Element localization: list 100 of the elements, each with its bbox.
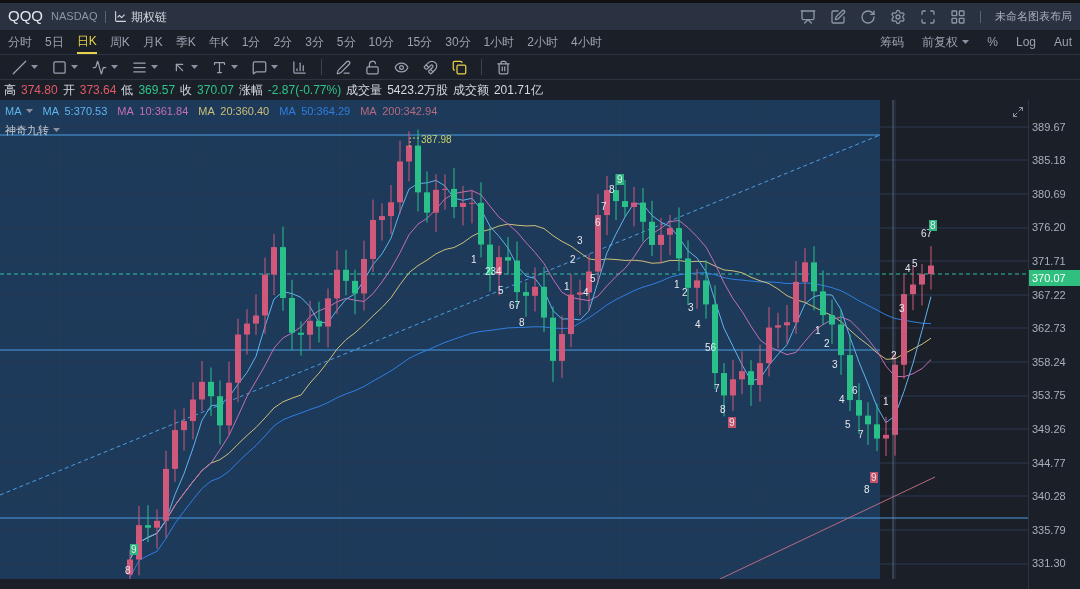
price-tick: 380.69 — [1032, 187, 1066, 200]
quote-label: 成交量 — [346, 81, 383, 99]
rectangle-tool-icon[interactable] — [52, 59, 67, 75]
high-price-label: 387.98 — [421, 132, 452, 147]
sequence-count: 5 — [497, 284, 505, 296]
squares-icon[interactable] — [452, 59, 467, 75]
line-tool-icon[interactable] — [12, 59, 27, 75]
exchange-label: NASDAQ — [51, 9, 98, 25]
chart-option[interactable]: 筹码 — [880, 33, 905, 52]
sequence-count: 8 — [608, 183, 616, 195]
period-tab[interactable]: 2分 — [273, 30, 293, 55]
caret-icon — [271, 65, 278, 70]
settings-icon[interactable] — [890, 8, 906, 25]
text-tool-icon[interactable] — [212, 59, 227, 75]
period-tab[interactable]: 5日 — [45, 30, 64, 55]
sequence-count: 4 — [904, 262, 912, 274]
chart-option[interactable]: 前复权 — [922, 33, 970, 52]
wave-tool-icon[interactable] — [92, 59, 107, 75]
period-tab[interactable]: 分时 — [8, 30, 32, 55]
presentation-icon[interactable] — [800, 8, 816, 25]
sequence-count: 2 — [823, 337, 831, 349]
sequence-count: 4 — [838, 393, 846, 405]
last-price-badge: 370.07 — [1029, 269, 1080, 286]
ma-legend-label[interactable]: MA — [5, 102, 33, 120]
period-tab[interactable]: 1小时 — [483, 30, 515, 55]
period-tab[interactable]: 4小时 — [570, 30, 602, 55]
pen-square-icon[interactable] — [830, 8, 846, 25]
period-tab[interactable]: 1分 — [241, 30, 261, 55]
quote-label: 成交额 — [452, 81, 489, 99]
caret-icon — [25, 108, 33, 113]
price-tick: 353.75 — [1032, 389, 1066, 402]
expand-icon[interactable] — [1012, 105, 1024, 118]
layout-dropdown[interactable]: 未命名图表布局 — [995, 8, 1072, 25]
sequence-count: 9 — [616, 173, 624, 185]
sequence-count: 8 — [124, 564, 132, 576]
chart-option[interactable]: Aut — [1054, 33, 1072, 52]
period-tab[interactable]: 10分 — [368, 30, 394, 55]
symbol-title: QQQ — [8, 6, 43, 27]
refresh-icon[interactable] — [860, 8, 876, 25]
sequence-count: 5 — [589, 272, 597, 284]
sequence-count: 6 — [594, 216, 602, 228]
sequence-count: 2 — [681, 286, 689, 298]
grid-icon[interactable] — [950, 8, 966, 25]
price-tick: 335.79 — [1032, 523, 1066, 536]
period-tab[interactable]: 年K — [208, 30, 229, 55]
bar-chart-icon[interactable] — [292, 59, 307, 75]
period-tab[interactable]: 15分 — [406, 30, 433, 55]
period-tab[interactable]: 日K — [76, 30, 97, 55]
chart-option[interactable]: % — [987, 33, 998, 52]
sequence-count: 1 — [673, 278, 681, 290]
price-tick: 358.24 — [1032, 355, 1066, 368]
caret-icon — [31, 65, 38, 70]
sequence-count: 7 — [713, 382, 721, 394]
quote-value: 201.71亿 — [493, 81, 543, 99]
magnet-icon[interactable] — [423, 59, 438, 75]
eye-icon[interactable] — [394, 59, 409, 75]
sequence-count: 9 — [870, 471, 878, 483]
quote-value: 369.57 — [138, 81, 176, 99]
option-chain-button[interactable]: 期权链 — [114, 7, 168, 26]
ma-value: MA 10:361.84 — [117, 103, 189, 119]
caret-icon — [111, 65, 118, 70]
ma-value: MA 20:360.40 — [198, 103, 270, 119]
sequence-count: 2 — [569, 253, 577, 265]
period-tab[interactable]: 5分 — [336, 30, 356, 55]
price-tick: 385.18 — [1032, 154, 1066, 167]
trash-icon[interactable] — [496, 59, 511, 75]
lines-tool-icon[interactable] — [132, 59, 147, 75]
period-tab[interactable]: 3分 — [305, 30, 324, 55]
sequence-count: 9 — [130, 543, 138, 555]
sequence-count: 3 — [898, 302, 906, 314]
quote-value: -2.87(-0.77%) — [267, 81, 342, 99]
fullscreen-icon[interactable] — [920, 8, 936, 25]
period-tab[interactable]: 月K — [142, 30, 163, 55]
period-tab[interactable]: 2小时 — [527, 30, 558, 55]
chart-option[interactable]: Log — [1015, 33, 1036, 52]
caret-icon — [53, 127, 60, 132]
period-tab[interactable]: 30分 — [445, 30, 471, 55]
sequence-count: 1 — [563, 280, 571, 292]
unlock-icon[interactable] — [365, 59, 380, 75]
sequence-count: 6 — [851, 384, 859, 396]
period-tab[interactable]: 季K — [175, 30, 196, 55]
caret-icon — [151, 65, 158, 70]
quote-value: 5423.2万股 — [387, 81, 448, 99]
label-tool-icon[interactable] — [252, 59, 267, 75]
quote-value: 373.64 — [79, 81, 117, 99]
quote-label: 开 — [62, 81, 75, 99]
ma-value: MA 5:370.53 — [42, 103, 108, 119]
sequence-count: 8 — [518, 316, 526, 328]
price-tick: 340.28 — [1032, 490, 1066, 503]
pen-icon[interactable] — [336, 59, 351, 75]
sequence-count: 4 — [582, 286, 590, 298]
sequence-count: 8 — [863, 483, 871, 495]
chart-icon — [114, 10, 128, 24]
price-tick: 331.30 — [1032, 557, 1066, 570]
period-tab[interactable]: 周K — [109, 30, 130, 55]
sequence-count: 3 — [576, 234, 584, 246]
sequence-count: 9 — [728, 416, 736, 428]
price-tick: 362.73 — [1032, 322, 1066, 335]
sequence-count: 4 — [694, 318, 702, 330]
indicator-label[interactable]: 神奇九转 — [5, 121, 60, 139]
